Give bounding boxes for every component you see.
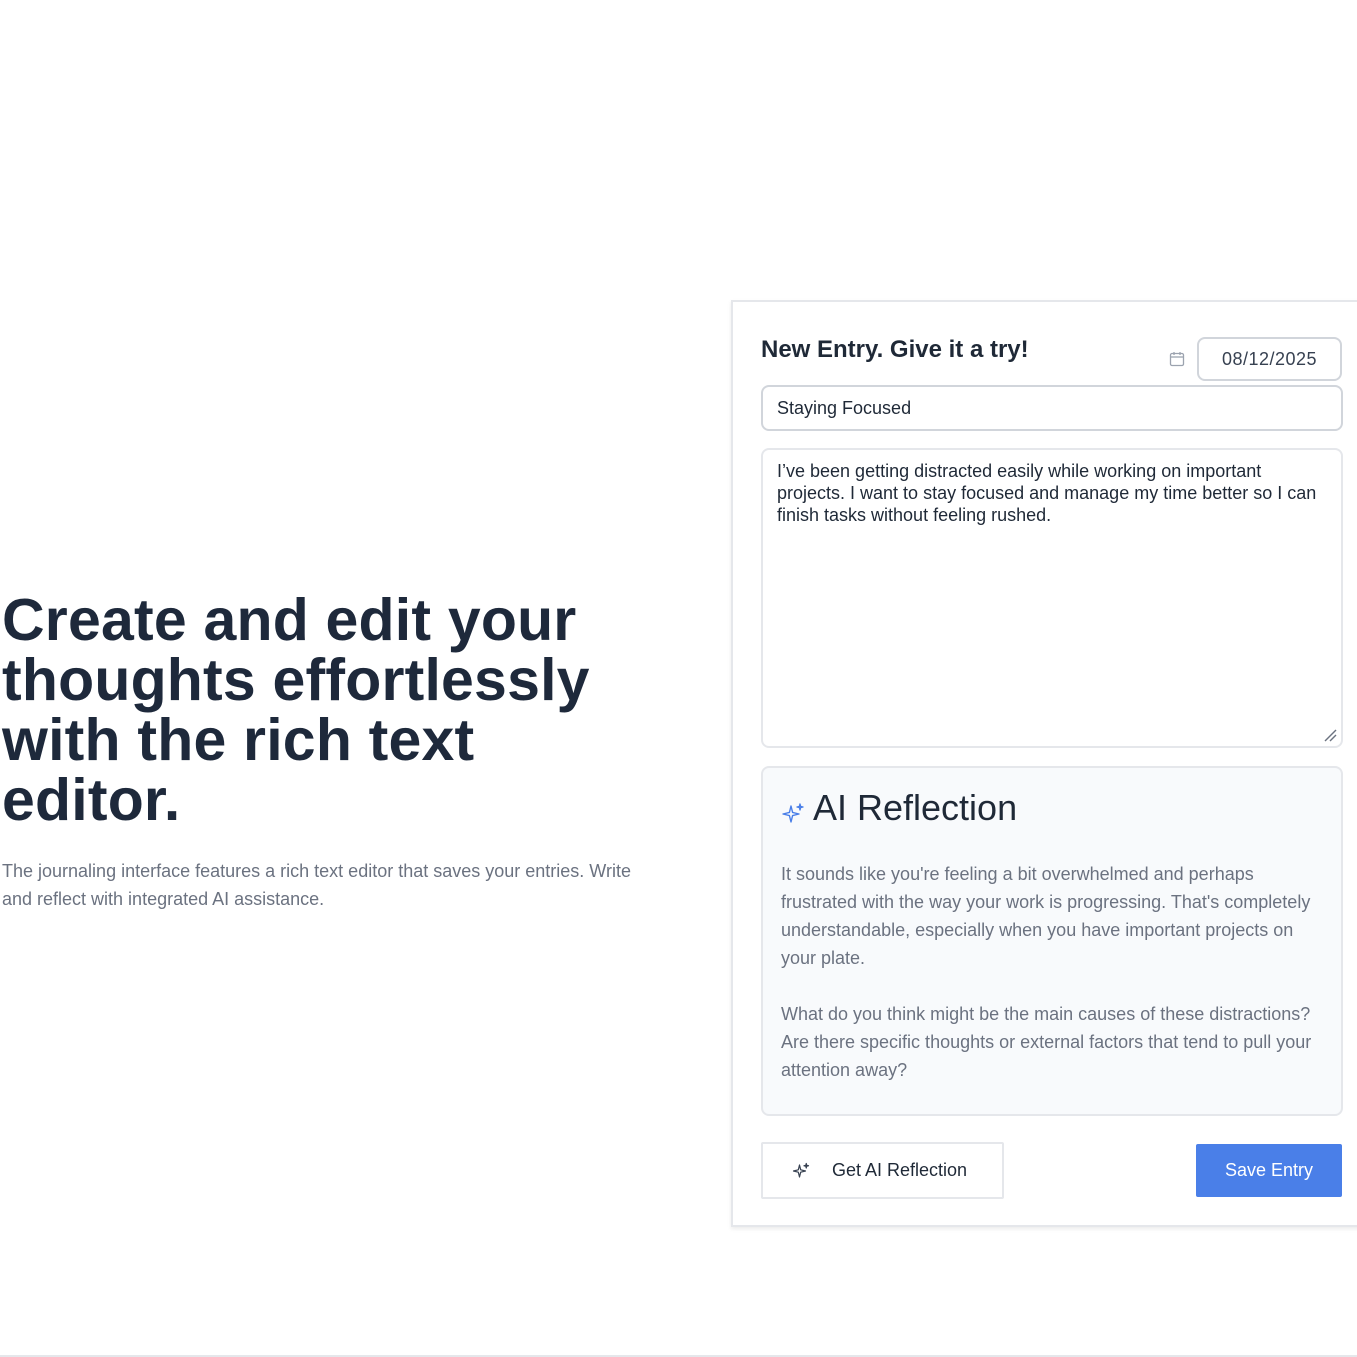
calendar-icon — [1169, 352, 1185, 367]
journal-entry-card: New Entry. Give it a try! 08/12/2025 Sta… — [731, 300, 1357, 1227]
save-entry-button[interactable]: Save Entry — [1196, 1144, 1342, 1197]
page: Create and edit your thoughts effortless… — [0, 0, 1357, 1357]
entry-body-text: I’ve been getting distracted easily whil… — [777, 461, 1317, 525]
date-input[interactable]: 08/12/2025 — [1197, 337, 1342, 381]
hero-description: The journaling interface features a rich… — [2, 861, 631, 909]
ai-reflection-paragraph: What do you think might be the main caus… — [781, 1004, 1312, 1080]
ai-reflection-header: AI Reflection — [781, 786, 1323, 830]
sparkle-icon — [782, 803, 804, 823]
hero-title: Create and edit your thoughts effortless… — [2, 587, 590, 833]
ai-reflection-panel: AI Reflection It sounds like you're feel… — [761, 766, 1343, 1116]
ai-reflection-text: It sounds like you're feeling a bit over… — [781, 860, 1321, 1084]
entry-body-textarea[interactable]: I’ve been getting distracted easily whil… — [761, 448, 1343, 748]
ai-reflection-title: AI Reflection — [813, 787, 1018, 828]
resize-handle-icon[interactable] — [1323, 728, 1337, 742]
entry-header: New Entry. Give it a try! 08/12/2025 — [761, 335, 1343, 381]
ai-reflection-paragraph: It sounds like you're feeling a bit over… — [781, 864, 1311, 968]
get-ai-reflection-button[interactable]: Get AI Reflection — [761, 1142, 1004, 1199]
sparkle-icon — [792, 1162, 810, 1178]
get-ai-reflection-label: Get AI Reflection — [832, 1160, 968, 1180]
entry-title-input[interactable]: Staying Focused — [761, 385, 1343, 431]
entry-heading: New Entry. Give it a try! — [761, 336, 1029, 363]
hero-section: Create and edit your thoughts effortless… — [2, 590, 682, 913]
